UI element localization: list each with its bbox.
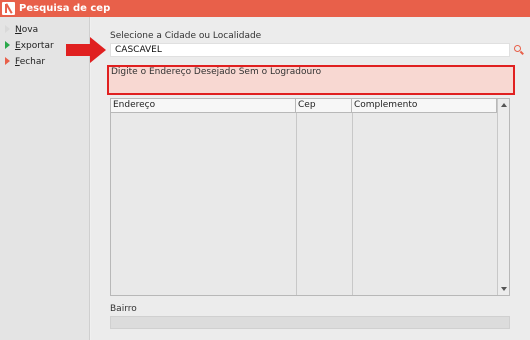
column-header-cep[interactable]: Cep: [296, 99, 352, 113]
cidade-label: Selecione a Cidade ou Localidade: [110, 31, 262, 41]
fechar-label: echar: [19, 56, 46, 67]
exportar-label: xportar: [20, 40, 54, 51]
results-table[interactable]: Endereço Cep Complemento: [110, 98, 510, 296]
nova-mnemonic: N: [15, 24, 22, 35]
cidade-input[interactable]: CASCAVEL: [110, 43, 510, 57]
arrow-right-icon: [5, 57, 12, 66]
arrow-right-icon: [5, 25, 12, 34]
search-icon[interactable]: [511, 42, 525, 58]
sidebar: Nova Exportar Fechar: [0, 17, 90, 340]
column-divider: [296, 113, 297, 295]
scroll-down-icon[interactable]: [501, 287, 507, 291]
vertical-scrollbar[interactable]: [497, 99, 509, 295]
red-arrow-icon: [66, 37, 106, 63]
scroll-up-icon[interactable]: [501, 103, 507, 107]
endereco-field[interactable]: Digite o Endereço Desejado Sem o Logrado…: [107, 65, 515, 95]
column-header-complemento[interactable]: Complemento: [352, 99, 497, 113]
app-logo-icon: [2, 2, 15, 15]
sidebar-item-fechar[interactable]: Fechar: [5, 55, 45, 68]
bairro-label: Bairro: [110, 304, 137, 314]
arrow-right-icon: [5, 41, 12, 50]
window-title: Pesquisa de cep: [19, 3, 111, 14]
endereco-label: Digite o Endereço Desejado Sem o Logrado…: [111, 67, 322, 77]
sidebar-item-exportar[interactable]: Exportar: [5, 39, 54, 52]
nova-label: ova: [21, 24, 39, 35]
column-header-endereco[interactable]: Endereço: [111, 99, 296, 113]
sidebar-item-nova[interactable]: Nova: [5, 23, 38, 36]
title-bar: Pesquisa de cep: [0, 0, 530, 17]
column-divider: [352, 113, 353, 295]
bairro-field: [110, 316, 510, 329]
